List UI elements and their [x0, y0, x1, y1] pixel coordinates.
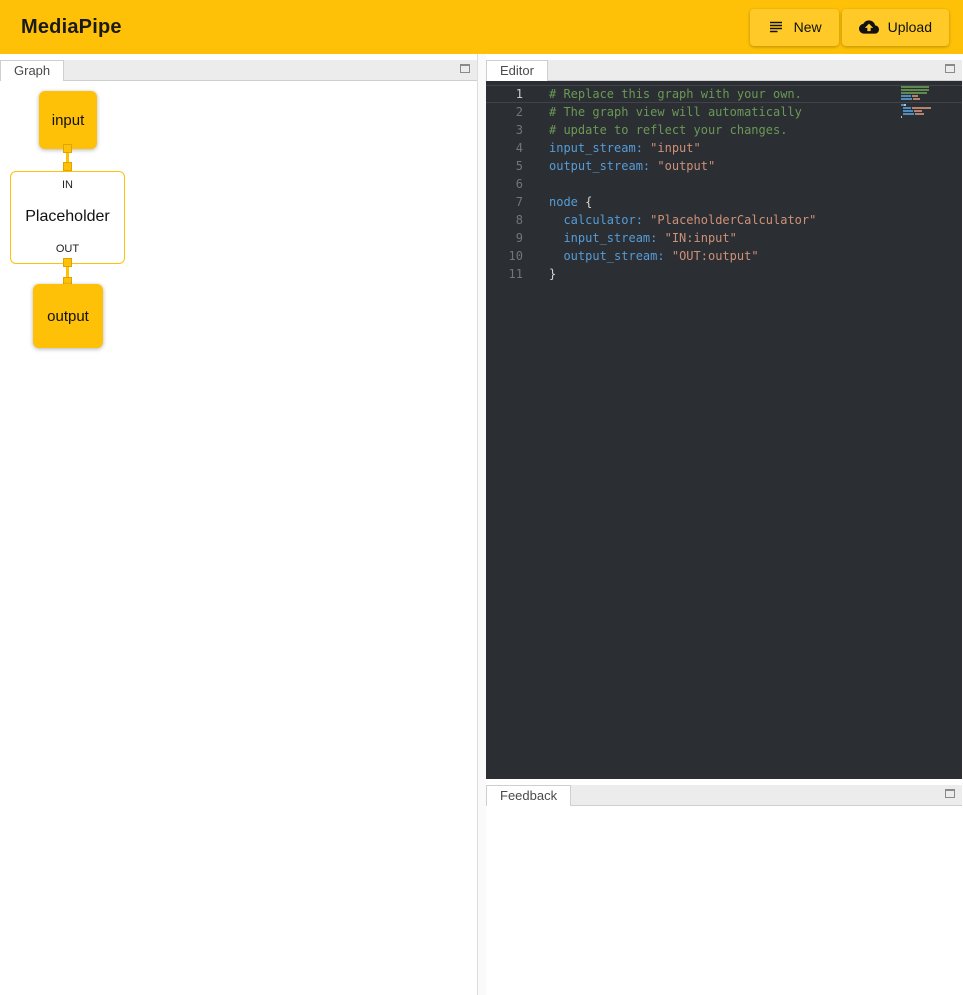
graph-maximize-icon[interactable]: [460, 64, 470, 73]
placeholder-out-label: OUT: [56, 243, 79, 255]
graph-panel: Graph input IN Placeholder OUT output: [0, 54, 478, 995]
code-text: }: [523, 265, 556, 283]
tab-graph[interactable]: Graph: [0, 60, 64, 81]
line-number: 7: [486, 193, 523, 211]
line-number: 3: [486, 121, 523, 139]
minimap-line: [901, 107, 949, 109]
graph-node-input[interactable]: input: [39, 91, 97, 149]
line-number: 5: [486, 157, 523, 175]
code-text: output_stream: "OUT:output": [523, 247, 759, 265]
minimap-line: [901, 101, 949, 103]
graph-canvas[interactable]: input IN Placeholder OUT output: [0, 81, 477, 995]
feedback-maximize-icon[interactable]: [945, 789, 955, 798]
feedback-panel: Feedback: [486, 785, 962, 995]
code-lines: 1# Replace this graph with your own.2# T…: [486, 85, 962, 283]
panel-resize-handle[interactable]: [478, 54, 486, 995]
minimap-line: [901, 110, 949, 112]
code-editor[interactable]: 1# Replace this graph with your own.2# T…: [486, 81, 962, 779]
minimap-line: [901, 92, 949, 94]
tab-feedback[interactable]: Feedback: [486, 785, 571, 806]
placeholder-in-label: IN: [62, 179, 73, 191]
editor-minimap[interactable]: [901, 86, 949, 119]
line-number: 8: [486, 211, 523, 229]
list-icon: [767, 18, 785, 36]
right-column: Editor 1# Replace this graph with your o…: [486, 54, 962, 995]
code-text: node {: [523, 193, 592, 211]
graph-node-output[interactable]: output: [33, 284, 103, 348]
new-button[interactable]: New: [750, 9, 839, 46]
graph-node-placeholder[interactable]: IN Placeholder OUT: [10, 171, 125, 264]
code-line[interactable]: 4input_stream: "input": [486, 139, 962, 157]
line-number: 2: [486, 103, 523, 121]
header-actions: New Upload: [750, 9, 949, 46]
editor-tabbar: Editor: [486, 60, 962, 81]
line-number: 4: [486, 139, 523, 157]
code-text: [523, 175, 549, 193]
feedback-tabbar: Feedback: [486, 785, 962, 806]
code-text: input_stream: "IN:input": [523, 229, 737, 247]
upload-button-label: Upload: [888, 19, 932, 35]
app-header: MediaPipe New Upload: [0, 0, 963, 54]
line-number: 1: [486, 85, 523, 103]
editor-maximize-icon[interactable]: [945, 64, 955, 73]
code-line[interactable]: 5output_stream: "output": [486, 157, 962, 175]
port-placeholder-out: [63, 258, 72, 267]
code-line[interactable]: 6: [486, 175, 962, 193]
new-button-label: New: [794, 19, 822, 35]
code-text: output_stream: "output": [523, 157, 715, 175]
code-line[interactable]: 1# Replace this graph with your own.: [486, 85, 962, 103]
code-text: # The graph view will automatically: [523, 103, 802, 121]
editor-panel: Editor 1# Replace this graph with your o…: [486, 60, 962, 779]
upload-button[interactable]: Upload: [842, 9, 949, 46]
placeholder-title: Placeholder: [25, 208, 110, 226]
tab-editor[interactable]: Editor: [486, 60, 548, 81]
minimap-line: [901, 86, 949, 88]
line-number: 9: [486, 229, 523, 247]
minimap-line: [901, 104, 949, 106]
port-input-out: [63, 144, 72, 153]
code-line[interactable]: 10 output_stream: "OUT:output": [486, 247, 962, 265]
code-text: # Replace this graph with your own.: [523, 85, 802, 103]
minimap-line: [901, 89, 949, 91]
feedback-content: [486, 806, 962, 995]
minimap-line: [901, 95, 949, 97]
line-number: 11: [486, 265, 523, 283]
line-number: 6: [486, 175, 523, 193]
minimap-line: [901, 113, 949, 115]
code-text: # update to reflect your changes.: [523, 121, 787, 139]
line-number: 10: [486, 247, 523, 265]
code-line[interactable]: 11}: [486, 265, 962, 283]
minimap-line: [901, 98, 949, 100]
app-title: MediaPipe: [21, 16, 122, 39]
code-line[interactable]: 3# update to reflect your changes.: [486, 121, 962, 139]
code-line[interactable]: 8 calculator: "PlaceholderCalculator": [486, 211, 962, 229]
main-area: Graph input IN Placeholder OUT output Ed…: [0, 54, 963, 995]
code-text: calculator: "PlaceholderCalculator": [523, 211, 816, 229]
cloud-upload-icon: [859, 17, 879, 37]
code-line[interactable]: 7node {: [486, 193, 962, 211]
code-line[interactable]: 9 input_stream: "IN:input": [486, 229, 962, 247]
code-text: input_stream: "input": [523, 139, 701, 157]
port-placeholder-in: [63, 162, 72, 171]
code-line[interactable]: 2# The graph view will automatically: [486, 103, 962, 121]
graph-tabbar: Graph: [0, 60, 477, 81]
minimap-line: [901, 116, 949, 118]
